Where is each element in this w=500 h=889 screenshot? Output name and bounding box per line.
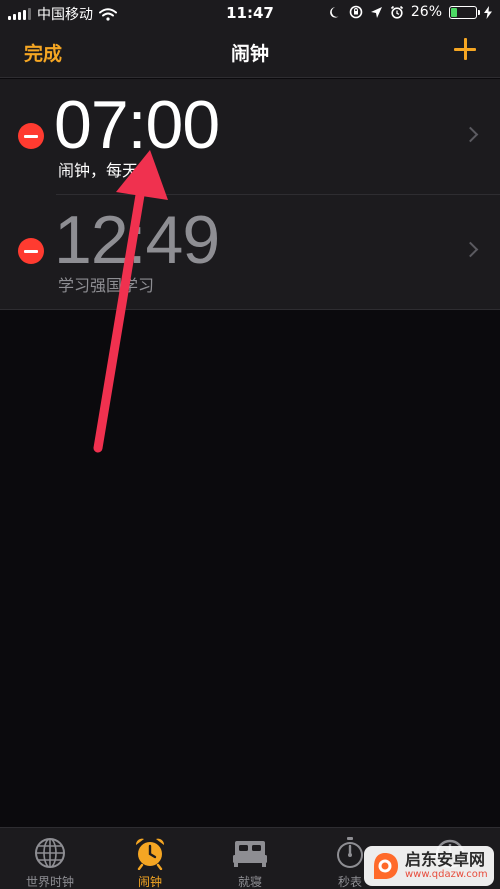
battery-fill — [451, 7, 457, 17]
chevron-right-icon — [462, 126, 479, 143]
site-watermark: 启东安卓网 www.qdazw.com — [364, 846, 494, 886]
page-title: 闹钟 — [230, 43, 269, 65]
alarm-row[interactable]: 12:49 学习强国学习 — [0, 194, 500, 309]
alarm-clock-icon — [135, 838, 165, 870]
alarm-list: 07:00 闹钟，每天 12:49 学习强国学习 — [0, 79, 500, 310]
alarm-row[interactable]: 07:00 闹钟，每天 — [0, 79, 500, 194]
list-divider — [0, 309, 500, 310]
stopwatch-icon — [337, 837, 363, 868]
tab-world-clock[interactable]: 世界时钟 — [0, 828, 100, 889]
watermark-name: 启东安卓网 — [405, 850, 486, 869]
moon-icon — [329, 6, 339, 18]
alarm-status-icon — [390, 5, 403, 19]
watermark-logo-icon — [374, 853, 398, 879]
tab-label: 世界时钟 — [25, 875, 74, 889]
location-icon — [370, 6, 382, 18]
alarm-time: 07:00 — [54, 87, 220, 163]
clock-app-screen: 中国移动 11:47 26% 完成 闹钟 07:00 闹钟，每天 12:49 学… — [0, 0, 500, 889]
chevron-right-icon — [462, 241, 479, 258]
bed-icon — [233, 841, 267, 867]
watermark-text: 启东安卓网 www.qdazw.com — [405, 851, 488, 881]
battery-percent: 26% — [410, 4, 442, 20]
charging-bolt-icon — [484, 5, 492, 19]
navigation-bar: 完成 闹钟 — [0, 26, 500, 78]
alarm-label: 学习强国学习 — [58, 276, 155, 295]
orientation-lock-icon — [349, 5, 363, 19]
status-bar: 中国移动 11:47 26% — [0, 0, 500, 26]
tab-alarm[interactable]: 闹钟 — [100, 828, 200, 889]
alarm-time: 12:49 — [54, 202, 220, 278]
tab-bedtime[interactable]: 就寝 — [200, 828, 300, 889]
plus-icon[interactable] — [452, 36, 478, 62]
delete-alarm-button[interactable] — [18, 238, 44, 264]
tab-label: 闹钟 — [137, 875, 162, 889]
globe-icon — [35, 838, 65, 868]
alarm-label: 闹钟，每天 — [58, 161, 139, 180]
watermark-url: www.qdazw.com — [405, 869, 488, 880]
tab-label: 就寝 — [237, 875, 262, 889]
battery-icon — [449, 5, 480, 19]
delete-alarm-button[interactable] — [18, 123, 44, 149]
status-right: 26% — [329, 4, 492, 20]
